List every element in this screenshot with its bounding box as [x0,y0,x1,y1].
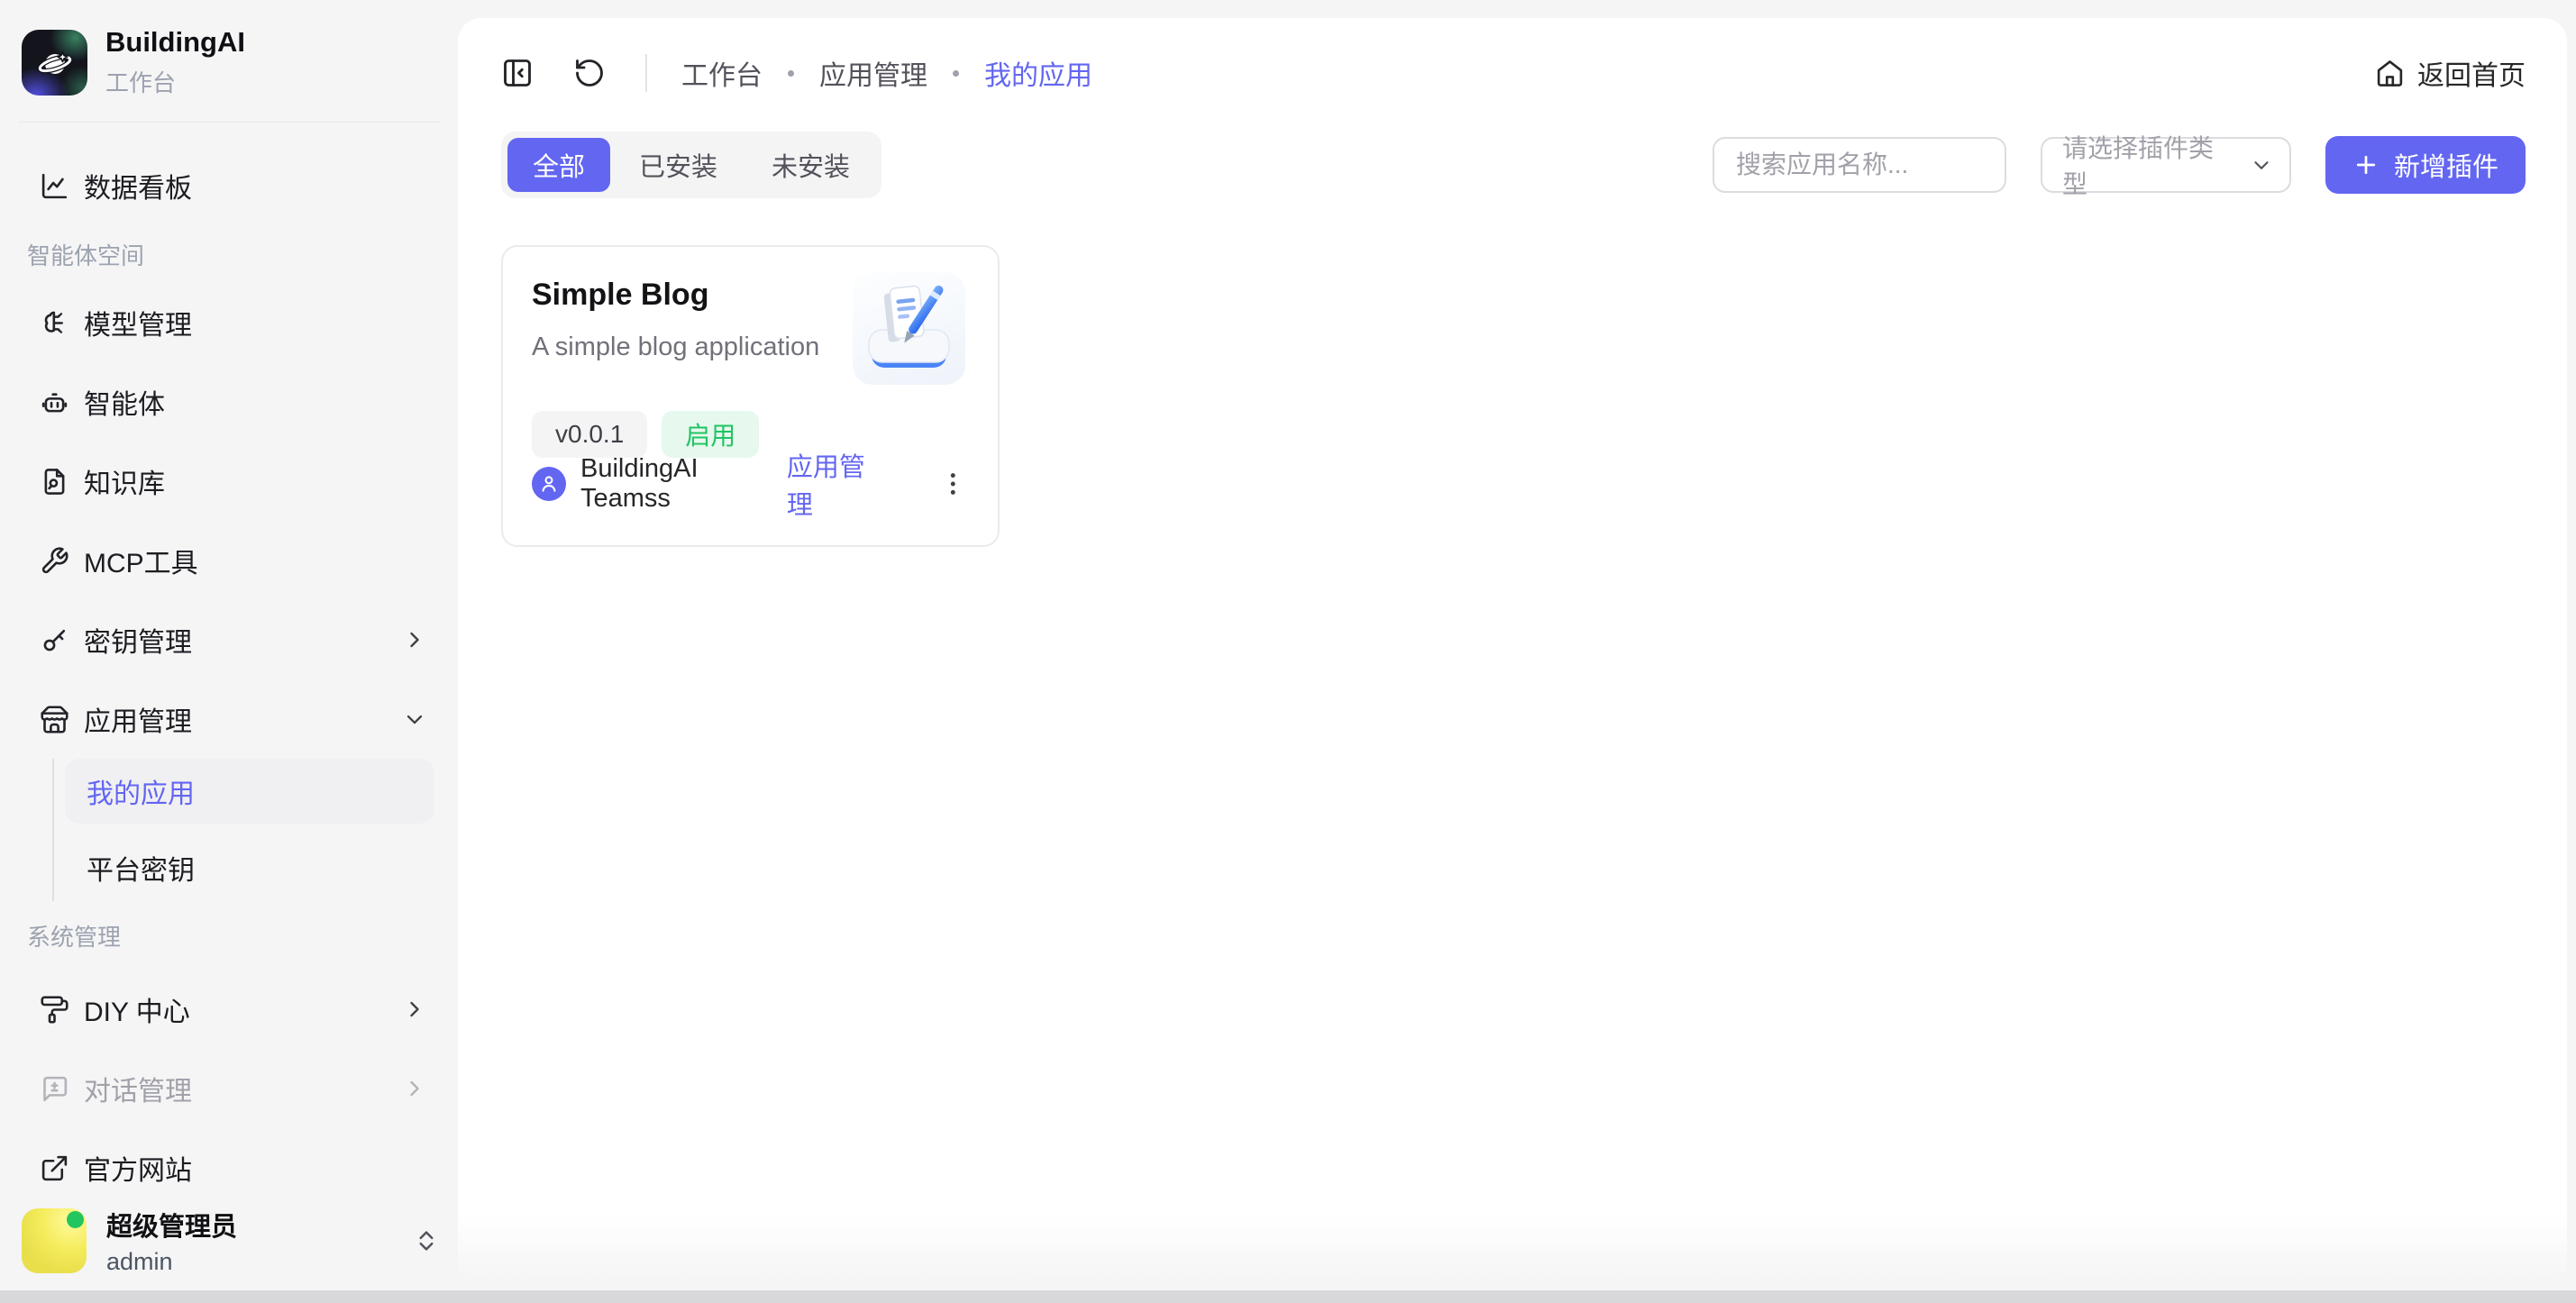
sidebar-item-label: 应用管理 [84,699,192,739]
sidebar-item-label: DIY 中心 [84,989,190,1029]
brand-logo-planet-icon [22,30,87,96]
user-username: admin [106,1248,237,1276]
sidebar: BuildingAI 工作台 数据看板 智能体空间 模型管理 智能体 [0,0,458,1290]
search-input[interactable] [1713,137,2006,193]
app-thumbnail-book-pen-icon [853,272,965,385]
sidebar-item-knowledge[interactable]: 知识库 [18,442,440,521]
person-icon [537,472,561,496]
sidebar-item-dashboard[interactable]: 数据看板 [18,146,440,225]
file-search-icon [40,467,69,497]
sidebar-subitem-label: 平台密钥 [87,848,195,888]
main-panel: 工作台 应用管理 我的应用 返回首页 全部 已安装 未安装 请选择插件类型 [458,18,2567,1287]
panel-header: 工作台 应用管理 我的应用 返回首页 [458,18,2567,128]
sidebar-item-mcp-tools[interactable]: MCP工具 [18,521,440,600]
brand: BuildingAI 工作台 [18,0,440,98]
breadcrumb-app-management[interactable]: 应用管理 [819,53,927,93]
brain-circuit-icon [40,308,69,338]
sidebar-item-chats[interactable]: 对话管理 [18,1049,440,1128]
external-link-icon [40,1153,69,1183]
breadcrumb-my-apps-current: 我的应用 [984,53,1092,93]
back-home-label: 返回首页 [2417,53,2526,93]
chevron-right-icon [402,627,427,652]
tab-all[interactable]: 全部 [507,138,610,192]
plugin-type-placeholder: 请选择插件类型 [2062,129,2237,201]
online-status-dot [67,1211,84,1228]
brand-subtitle: 工作台 [105,65,245,98]
new-plugin-label: 新增插件 [2394,146,2498,184]
paint-roller-icon [40,995,69,1025]
robot-icon [40,387,69,417]
sidebar-item-label: 数据看板 [84,166,192,205]
chevron-down-icon [2250,153,2273,177]
tab-not-installed[interactable]: 未安装 [746,138,875,192]
sidebar-item-models[interactable]: 模型管理 [18,283,440,362]
sidebar-item-keys[interactable]: 密钥管理 [18,600,440,679]
apps-submenu: 我的应用 平台密钥 [52,759,440,901]
owner-name: BuildingAI Teamss [580,454,787,514]
user-menu[interactable]: 超级管理员 admin [18,1206,440,1276]
plugin-type-select[interactable]: 请选择插件类型 [2041,137,2291,193]
header-divider [645,54,647,92]
sidebar-section-system: 系统管理 [18,901,440,970]
sidebar-section-agent-space: 智能体空间 [18,225,440,283]
user-display-name: 超级管理员 [106,1206,237,1244]
window-bottom-strip [0,1290,2576,1303]
sidebar-subitem-label: 我的应用 [87,771,195,811]
toolbar: 全部 已安装 未安装 请选择插件类型 新增插件 [458,128,2567,198]
sidebar-subitem-platform-keys[interactable]: 平台密钥 [54,834,440,901]
new-plugin-button[interactable]: 新增插件 [2325,136,2526,194]
breadcrumb: 工作台 应用管理 我的应用 [681,53,1092,93]
user-avatar [22,1208,87,1273]
sidebar-item-label: 模型管理 [84,303,192,342]
chevron-right-icon [402,1076,427,1101]
app-manage-link[interactable]: 应用管理 [787,446,888,522]
app-card-simple-blog[interactable]: Simple Blog A simple blog application [501,245,1000,547]
store-icon [40,705,69,734]
chart-line-icon [40,171,69,201]
sidebar-item-label: 知识库 [84,461,165,501]
breadcrumb-separator-dot [953,70,959,77]
key-icon [40,625,69,655]
card-footer: BuildingAI Teamss 应用管理 [532,446,969,522]
sidebar-item-official-website[interactable]: 官方网站 [18,1128,440,1207]
chevrons-up-down-icon [413,1227,440,1254]
chevron-down-icon [402,706,427,732]
app-card-grid: Simple Blog A simple blog application [458,198,2567,547]
tab-installed[interactable]: 已安装 [614,138,743,192]
sidebar-subitem-my-apps[interactable]: 我的应用 [65,759,434,824]
breadcrumb-separator-dot [788,70,794,77]
sidebar-item-label: MCP工具 [84,541,198,580]
owner-avatar [532,467,566,501]
plus-icon [2352,151,2380,178]
collapse-sidebar-icon[interactable] [501,57,534,89]
kebab-menu-icon[interactable] [937,468,969,500]
home-icon [2375,59,2405,88]
chevron-right-icon [402,997,427,1022]
filter-tabs: 全部 已安装 未安装 [501,132,882,198]
back-home-button[interactable]: 返回首页 [2375,53,2526,93]
refresh-icon[interactable] [573,57,606,89]
chat-bubble-icon [40,1074,69,1104]
sidebar-divider [18,122,440,123]
sidebar-item-label: 智能体 [84,382,165,422]
breadcrumb-workbench[interactable]: 工作台 [681,53,763,93]
sidebar-item-label: 官方网站 [84,1148,192,1188]
sidebar-item-label: 密钥管理 [84,620,192,660]
brand-name: BuildingAI [105,27,245,58]
sidebar-item-agents[interactable]: 智能体 [18,362,440,442]
sidebar-item-diy-center[interactable]: DIY 中心 [18,970,440,1049]
sidebar-item-apps[interactable]: 应用管理 [18,679,440,759]
sidebar-item-label: 对话管理 [84,1069,192,1108]
wrench-icon [40,546,69,576]
